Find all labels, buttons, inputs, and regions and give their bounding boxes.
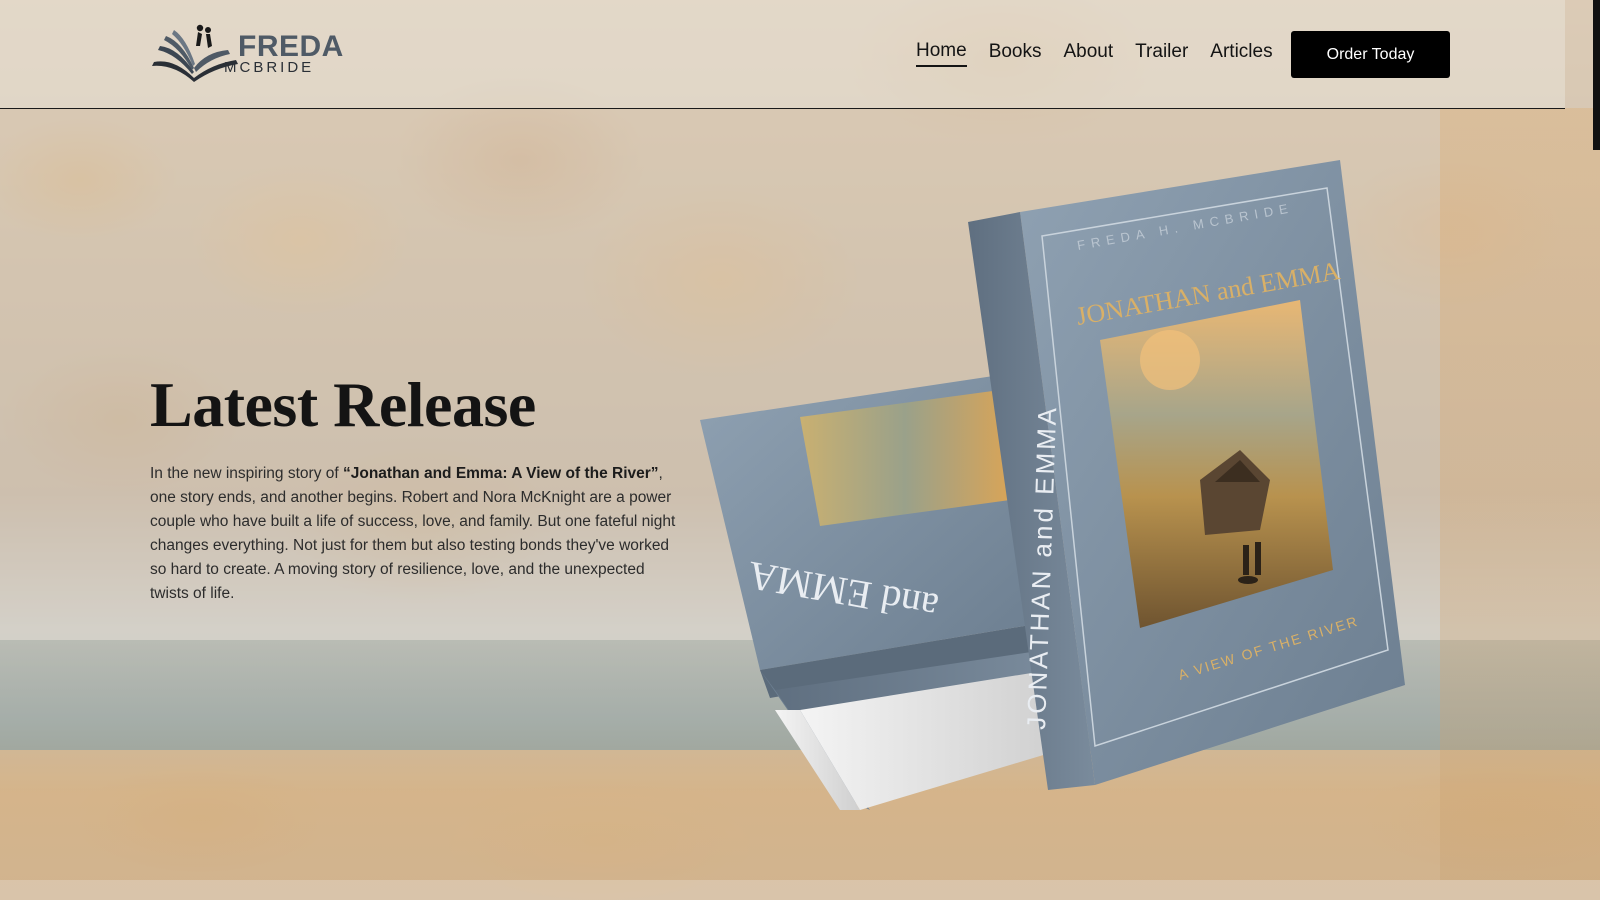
scrollbar[interactable] [1593,0,1600,150]
book-title-highlight: “Jonathan and Emma: A View of the River” [343,465,659,482]
desc-body: , one story ends, and another begins. Ro… [150,465,676,602]
logo-text: FREDA MCBRIDE [224,29,344,75]
book-mockup-image: and EMMA FREDA H. MCBRIDE JONATHAN and E… [700,160,1405,810]
nav-about[interactable]: About [1064,41,1114,66]
nav-articles[interactable]: Articles [1210,41,1272,66]
nav-home[interactable]: Home [916,40,967,67]
logo-name: FREDA [238,29,344,63]
desc-intro: In the new inspiring story of [150,465,343,482]
open-book-logo-icon [152,24,238,82]
site-header: FREDA MCBRIDE Home Books About Trailer A… [0,0,1565,109]
nav-books[interactable]: Books [989,41,1042,66]
order-today-button[interactable]: Order Today [1291,31,1450,78]
page-title: Latest Release [150,369,536,440]
nav-trailer[interactable]: Trailer [1135,41,1188,66]
main-nav: Home Books About Trailer Articles [916,40,1273,67]
book-standing: FREDA H. MCBRIDE JONATHAN and EMMA A VIE… [968,160,1405,790]
site-logo[interactable]: FREDA MCBRIDE [150,18,350,88]
release-description: In the new inspiring story of “Jonathan … [150,462,680,606]
background-strip [1440,108,1600,880]
